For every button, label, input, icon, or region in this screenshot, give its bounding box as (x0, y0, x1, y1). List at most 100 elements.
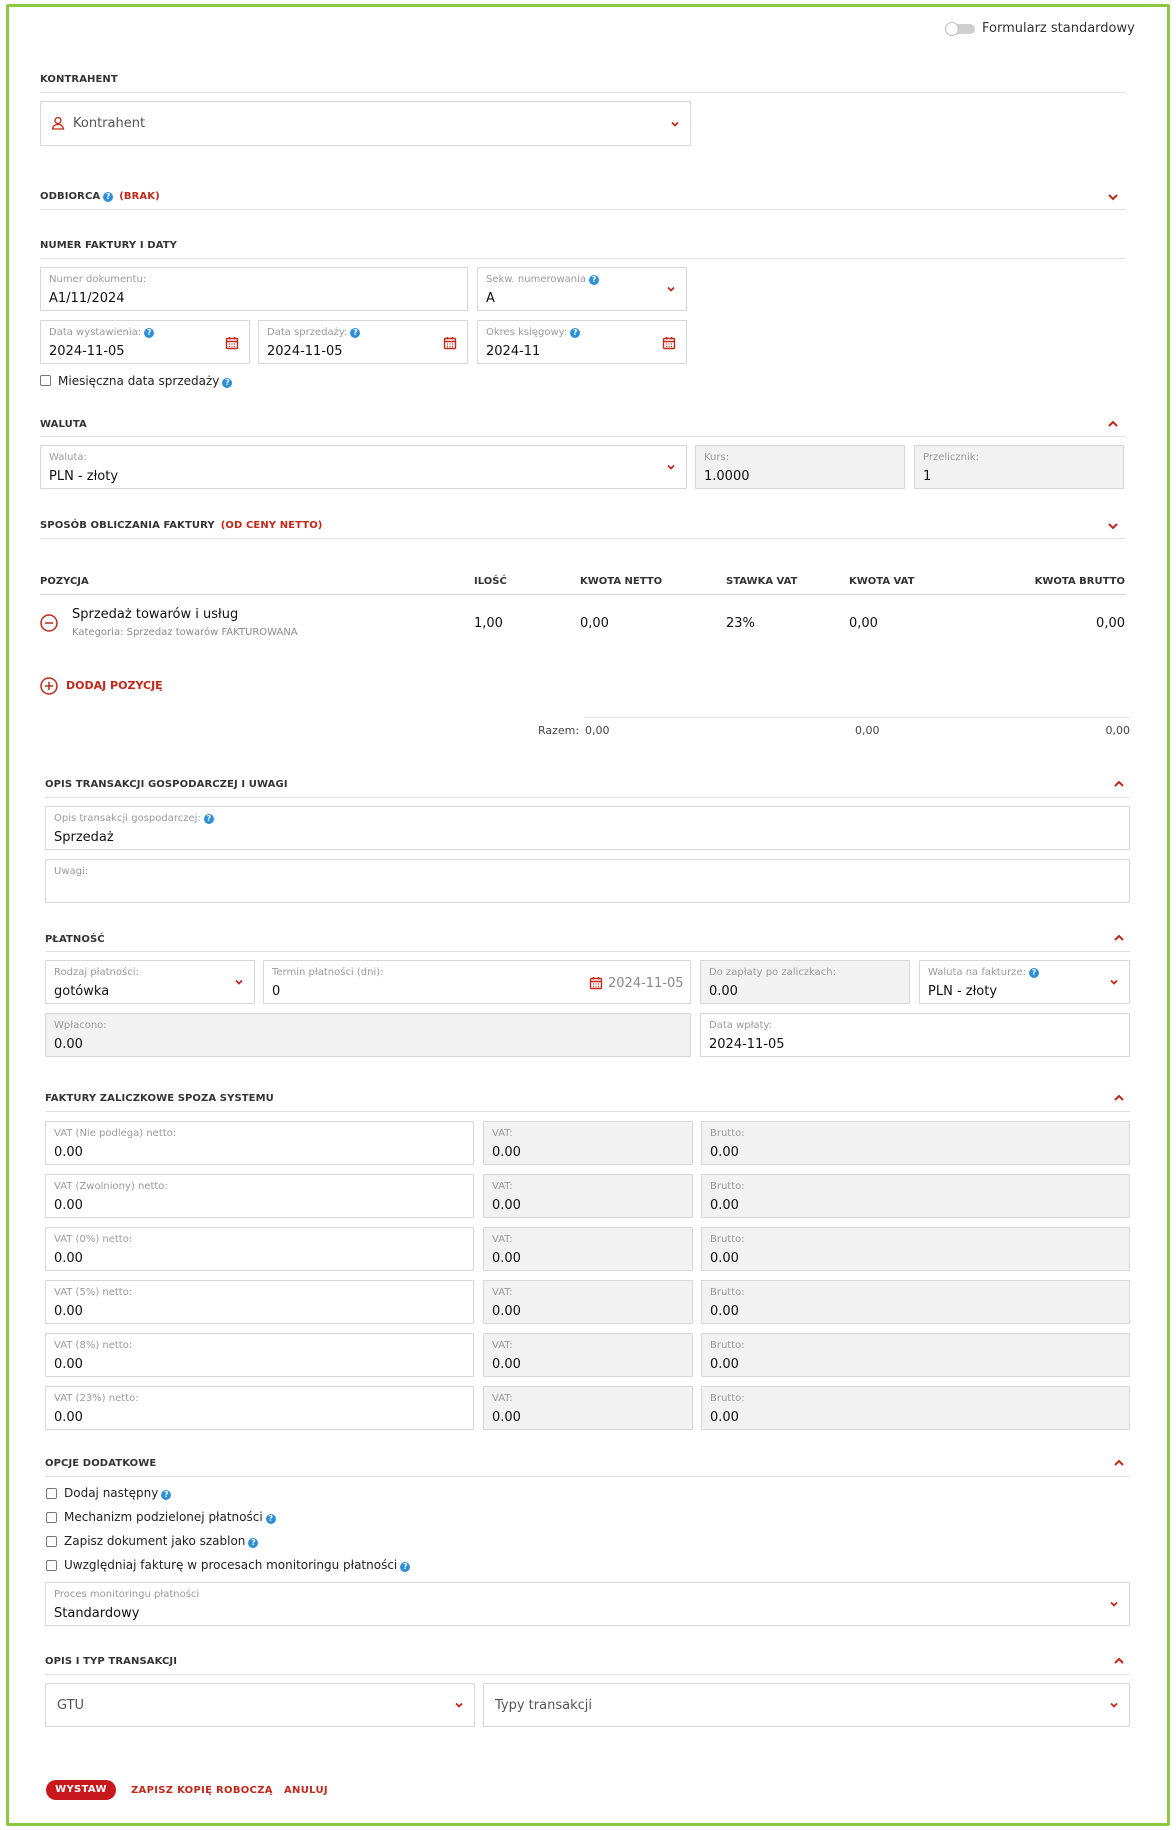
sequence-label: Sekw. numerowania? (486, 274, 600, 285)
chevron-up-icon[interactable] (1113, 932, 1125, 944)
to-pay-field: Do zapłaty po zaliczkach: 0.00 (700, 960, 910, 1004)
calendar-icon[interactable] (662, 336, 676, 350)
sale-date-field[interactable]: Data sprzedaży:? 2024-11-05 (258, 320, 468, 364)
split-payment-checkbox[interactable] (46, 1512, 57, 1523)
sequence-select[interactable]: Sekw. numerowania? A (477, 267, 687, 311)
help-icon[interactable]: ? (222, 378, 233, 388)
section-title-kontrahent: KONTRAHENT (40, 74, 118, 85)
submit-button[interactable]: WYSTAW (46, 1780, 116, 1800)
position-qty[interactable]: 1,00 (474, 616, 503, 631)
help-icon[interactable]: ? (103, 192, 114, 202)
currency-label: Waluta: (49, 452, 87, 463)
advance-net-field[interactable]: VAT (0%) netto: 0.00 (45, 1227, 474, 1271)
calendar-icon[interactable] (443, 336, 457, 350)
transaction-description-field[interactable]: Opis transakcji gospodarczej:? Sprzedaż (45, 806, 1130, 850)
advance-net-field[interactable]: VAT (Zwolniony) netto: 0.00 (45, 1174, 474, 1218)
monitoring-label: Uwzględniaj fakturę w procesach monitori… (64, 1558, 411, 1572)
advance-vat-field-label: VAT: (492, 1287, 513, 1298)
save-draft-button[interactable]: ZAPISZ KOPIĘ ROBOCZĄ (131, 1785, 273, 1796)
calendar-icon[interactable] (589, 976, 603, 990)
add-next-checkbox[interactable] (46, 1488, 57, 1499)
section-title-opis: OPIS TRANSAKCJI GOSPODARCZEJ I UWAGI (45, 779, 288, 790)
advance-net-field[interactable]: VAT (23%) netto: 0.00 (45, 1386, 474, 1430)
advance-vat-field-value: 0.00 (492, 1198, 521, 1213)
standard-form-toggle[interactable] (945, 20, 977, 36)
contractor-placeholder: Kontrahent (73, 116, 146, 131)
split-payment-text: Mechanizm podzielonej płatności (64, 1510, 263, 1524)
help-icon[interactable]: ? (570, 328, 581, 338)
monthly-sale-date-checkbox[interactable] (40, 375, 51, 386)
converter-field: Przelicznik: 1 (914, 445, 1124, 489)
rate-field: Kurs: 1.0000 (695, 445, 905, 489)
advance-net-field-value: 0.00 (54, 1145, 83, 1160)
chevron-down-icon[interactable] (1107, 520, 1119, 532)
help-icon[interactable]: ? (144, 328, 155, 338)
gtu-select[interactable]: GTU (45, 1683, 475, 1727)
total-net: 0,00 (585, 724, 610, 737)
issue-date-field[interactable]: Data wystawienia:? 2024-11-05 (40, 320, 250, 364)
chevron-down-icon (1110, 1601, 1118, 1607)
advance-net-field-value: 0.00 (54, 1198, 83, 1213)
doc-number-field[interactable]: Numer dokumentu: A1/11/2024 (40, 267, 468, 311)
position-vat-rate[interactable]: 23% (726, 616, 755, 631)
position-gross[interactable]: 0,00 (1000, 616, 1125, 631)
divider (40, 258, 1126, 259)
transaction-types-select[interactable]: Typy transakcji (483, 1683, 1130, 1727)
chevron-up-icon[interactable] (1113, 778, 1125, 790)
help-icon[interactable]: ? (1028, 968, 1039, 978)
calendar-icon[interactable] (225, 336, 239, 350)
help-icon[interactable]: ? (161, 1490, 172, 1500)
payment-term-value: 0 (272, 984, 281, 999)
currency-value: PLN - złoty (49, 469, 119, 484)
advance-net-field[interactable]: VAT (8%) netto: 0.00 (45, 1333, 474, 1377)
help-icon[interactable]: ? (248, 1538, 259, 1548)
invoice-currency-select[interactable]: Waluta na fakturze:? PLN - złoty (919, 960, 1130, 1004)
advance-vat-field: VAT: 0.00 (483, 1174, 693, 1218)
advance-net-field-label: VAT (0%) netto: (54, 1234, 133, 1245)
currency-select[interactable]: Waluta: PLN - złoty (40, 445, 687, 489)
advance-gross-field-label: Brutto: (710, 1128, 745, 1139)
advance-vat-field-value: 0.00 (492, 1304, 521, 1319)
toggle-label: Formularz standardowy (982, 21, 1135, 36)
minus-circle-icon[interactable] (40, 614, 58, 632)
advance-net-field[interactable]: VAT (Nie podlega) netto: 0.00 (45, 1121, 474, 1165)
add-position-button[interactable]: DODAJ POZYCJĘ (40, 676, 200, 696)
monitoring-process-select[interactable]: Proces monitoringu płatności Standardowy (45, 1582, 1130, 1626)
chevron-down-icon (667, 464, 675, 470)
chevron-up-icon[interactable] (1113, 1092, 1125, 1104)
help-icon[interactable]: ? (589, 275, 600, 285)
advance-gross-field-label: Brutto: (710, 1340, 745, 1351)
help-icon[interactable]: ? (265, 1514, 276, 1524)
notes-field[interactable]: Uwagi: (45, 859, 1130, 903)
help-icon[interactable]: ? (350, 328, 361, 338)
help-icon[interactable]: ? (400, 1562, 411, 1572)
chevron-up-icon[interactable] (1113, 1655, 1125, 1667)
doc-number-value: A1/11/2024 (49, 291, 125, 306)
help-icon[interactable]: ? (203, 814, 214, 824)
advance-gross-field-value: 0.00 (710, 1145, 739, 1160)
chevron-up-icon[interactable] (1107, 418, 1119, 430)
payment-term-field[interactable]: Termin płatności (dni): 0 2024-11-05 (263, 960, 691, 1004)
position-net[interactable]: 0,00 (580, 616, 609, 631)
paid-date-field[interactable]: Data wpłaty: 2024-11-05 (700, 1013, 1130, 1057)
monitoring-process-label: Proces monitoringu płatności (54, 1589, 200, 1600)
chevron-down-icon[interactable] (1107, 191, 1119, 203)
position-name[interactable]: Sprzedaż towarów i usług (72, 607, 238, 622)
advance-net-field[interactable]: VAT (5%) netto: 0.00 (45, 1280, 474, 1324)
advance-gross-field-value: 0.00 (710, 1357, 739, 1372)
monitoring-checkbox[interactable] (46, 1560, 57, 1571)
transaction-description-label: Opis transakcji gospodarczej:? (54, 813, 214, 824)
save-template-checkbox[interactable] (46, 1536, 57, 1547)
monthly-sale-date-label: Miesięczna data sprzedaży? (58, 374, 233, 388)
sequence-label-text: Sekw. numerowania (486, 274, 587, 285)
col-header-vat-rate: STAWKA VAT (726, 576, 798, 587)
user-icon (51, 116, 65, 130)
payment-type-value: gotówka (54, 984, 110, 999)
cancel-button[interactable]: ANULUJ (284, 1785, 328, 1796)
payment-type-select[interactable]: Rodzaj płatności: gotówka (45, 960, 255, 1004)
advance-gross-field-label: Brutto: (710, 1181, 745, 1192)
chevron-down-icon (1110, 1702, 1118, 1708)
chevron-up-icon[interactable] (1113, 1457, 1125, 1469)
period-field[interactable]: Okres księgowy:? 2024-11 (477, 320, 687, 364)
contractor-select[interactable]: Kontrahent (40, 101, 691, 146)
